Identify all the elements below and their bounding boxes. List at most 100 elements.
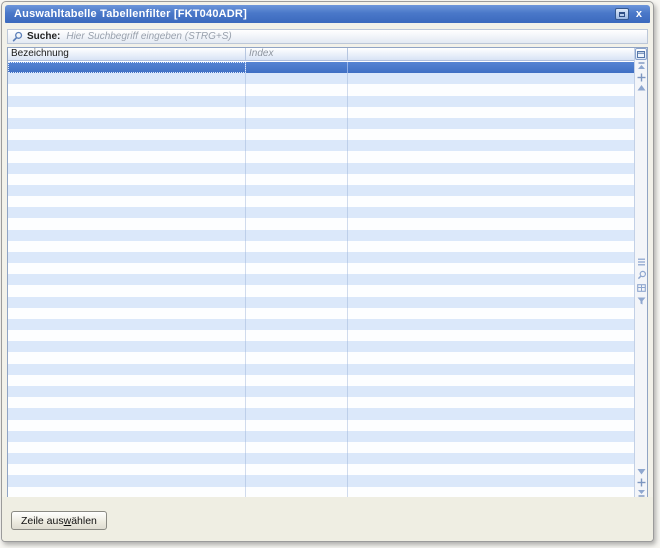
- table-row[interactable]: [8, 230, 634, 241]
- table-cell[interactable]: [8, 442, 246, 453]
- table-cell[interactable]: [348, 252, 634, 263]
- table-row[interactable]: [8, 308, 634, 319]
- table-cell[interactable]: [348, 352, 634, 363]
- table-cell[interactable]: [8, 352, 246, 363]
- table-cell[interactable]: [246, 386, 348, 397]
- table-cell[interactable]: [348, 263, 634, 274]
- table-cell[interactable]: [246, 420, 348, 431]
- table-row[interactable]: [8, 464, 634, 475]
- table-cell[interactable]: [246, 151, 348, 162]
- table-row[interactable]: [8, 207, 634, 218]
- table-cell[interactable]: [8, 163, 246, 174]
- search-field[interactable]: Suche: Hier Suchbegriff eingeben (STRG+S…: [7, 29, 648, 44]
- table-cell[interactable]: [246, 308, 348, 319]
- table-cell[interactable]: [348, 207, 634, 218]
- table-cell[interactable]: [348, 196, 634, 207]
- table-cell[interactable]: [348, 442, 634, 453]
- table-cell[interactable]: [246, 241, 348, 252]
- table-row[interactable]: [8, 274, 634, 285]
- table-cell[interactable]: [8, 230, 246, 241]
- table-cell[interactable]: [348, 274, 634, 285]
- table-cell[interactable]: [348, 431, 634, 442]
- table-cell[interactable]: [8, 96, 246, 107]
- title-bar[interactable]: Auswahltabelle Tabellenfilter [FKT040ADR…: [5, 5, 650, 23]
- table-cell[interactable]: [246, 185, 348, 196]
- table-row[interactable]: [8, 218, 634, 229]
- table-cell[interactable]: [246, 252, 348, 263]
- table-row[interactable]: [8, 352, 634, 363]
- column-chooser-button[interactable]: [635, 48, 647, 60]
- table-cell[interactable]: [8, 475, 246, 486]
- table-cell[interactable]: [348, 475, 634, 486]
- table-cell[interactable]: [246, 285, 348, 296]
- table-cell[interactable]: [246, 341, 348, 352]
- table-row[interactable]: [8, 163, 634, 174]
- table-row[interactable]: [8, 129, 634, 140]
- table-row[interactable]: [8, 475, 634, 486]
- table-cell[interactable]: [246, 408, 348, 419]
- table-cell[interactable]: [246, 163, 348, 174]
- filter-icon[interactable]: [636, 296, 647, 306]
- table-cell[interactable]: [246, 140, 348, 151]
- table-row[interactable]: [8, 397, 634, 408]
- table-cell[interactable]: [8, 185, 246, 196]
- table-cell[interactable]: [348, 174, 634, 185]
- table-cell[interactable]: [8, 341, 246, 352]
- table-row[interactable]: [8, 285, 634, 296]
- table-row[interactable]: [8, 118, 634, 129]
- table-cell[interactable]: [246, 274, 348, 285]
- move-icon[interactable]: [636, 72, 647, 82]
- table-cell[interactable]: [8, 151, 246, 162]
- table-cell[interactable]: [8, 464, 246, 475]
- table-row[interactable]: [8, 330, 634, 341]
- table-row[interactable]: [8, 386, 634, 397]
- table-cell[interactable]: [348, 96, 634, 107]
- table-cell[interactable]: [8, 84, 246, 95]
- table-cell[interactable]: [348, 319, 634, 330]
- table-cell[interactable]: [246, 330, 348, 341]
- table-row[interactable]: [8, 453, 634, 464]
- table-viewport[interactable]: [8, 62, 634, 498]
- table-row[interactable]: [8, 341, 634, 352]
- table-cell[interactable]: [246, 207, 348, 218]
- table-cell[interactable]: [8, 107, 246, 118]
- table-row[interactable]: [8, 241, 634, 252]
- table-cell[interactable]: [8, 174, 246, 185]
- table-cell[interactable]: [246, 62, 348, 73]
- table-cell[interactable]: [348, 185, 634, 196]
- table-cell[interactable]: [8, 375, 246, 386]
- table-row[interactable]: [8, 442, 634, 453]
- table-row[interactable]: [8, 408, 634, 419]
- table-row[interactable]: [8, 84, 634, 95]
- column-header-bezeichnung[interactable]: Bezeichnung: [8, 48, 246, 60]
- table-cell[interactable]: [348, 129, 634, 140]
- table-cell[interactable]: [246, 230, 348, 241]
- table-cell[interactable]: [348, 386, 634, 397]
- table-cell[interactable]: [348, 397, 634, 408]
- table-cell[interactable]: [348, 330, 634, 341]
- table-cell[interactable]: [246, 118, 348, 129]
- table-cell[interactable]: [8, 73, 246, 84]
- table-cell[interactable]: [246, 174, 348, 185]
- table-cell[interactable]: [348, 107, 634, 118]
- table-row[interactable]: [8, 73, 634, 84]
- table-cell[interactable]: [8, 285, 246, 296]
- table-row[interactable]: [8, 174, 634, 185]
- restore-button[interactable]: [615, 8, 629, 20]
- table-cell[interactable]: [348, 341, 634, 352]
- table-cell[interactable]: [246, 475, 348, 486]
- table-cell[interactable]: [348, 140, 634, 151]
- table-cell[interactable]: [8, 129, 246, 140]
- table-row[interactable]: [8, 431, 634, 442]
- table-cell[interactable]: [246, 218, 348, 229]
- table-cell[interactable]: [246, 397, 348, 408]
- step-down-icon[interactable]: [636, 467, 647, 477]
- table-cell[interactable]: [246, 297, 348, 308]
- table-row[interactable]: [8, 151, 634, 162]
- table-cell[interactable]: [348, 84, 634, 95]
- table-cell[interactable]: [8, 431, 246, 442]
- table-cell[interactable]: [348, 118, 634, 129]
- table-cell[interactable]: [8, 364, 246, 375]
- table-row-selected[interactable]: [8, 62, 634, 73]
- table-cell[interactable]: [348, 297, 634, 308]
